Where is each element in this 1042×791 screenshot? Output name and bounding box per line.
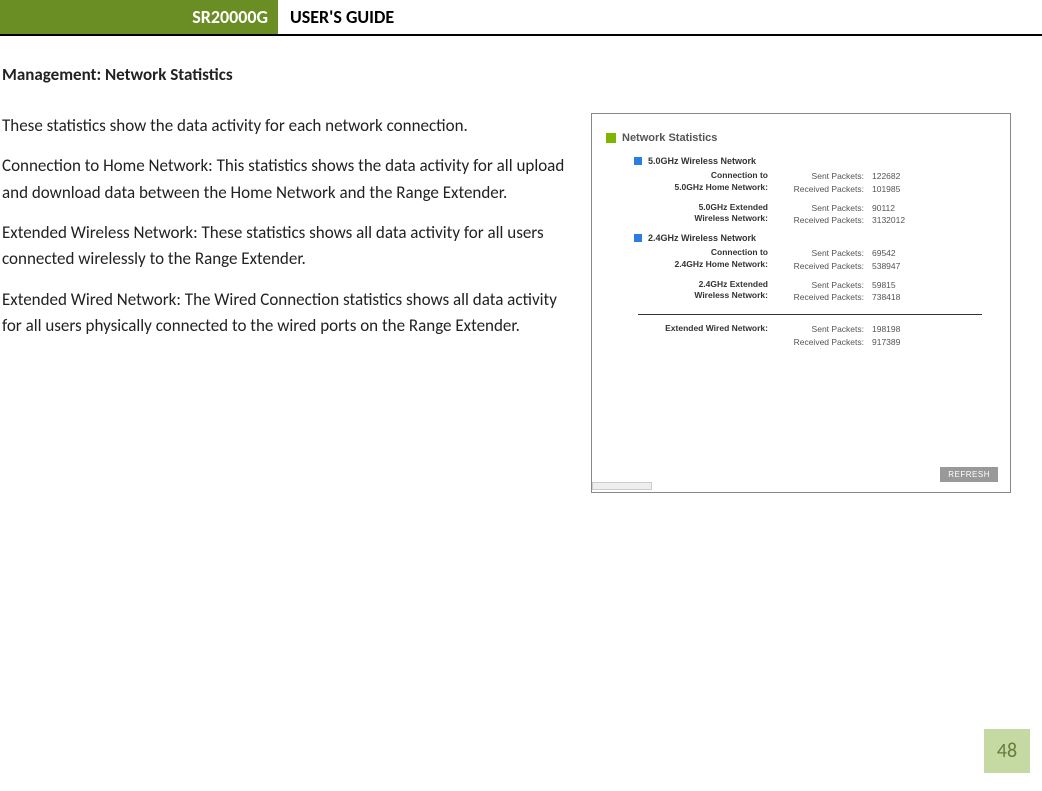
description-column: These statistics show the data activity … <box>0 113 575 493</box>
stat-label-line2: Wireless Network: <box>694 290 768 300</box>
recv-value: 917389 <box>872 336 900 349</box>
page-content: Management: Network Statistics These sta… <box>0 36 1042 493</box>
recv-label: Received Packets: <box>782 291 872 304</box>
sent-value: 69542 <box>872 247 896 260</box>
stat-label: 2.4GHz Extended Wireless Network: <box>642 279 782 305</box>
stat-label-line2: 5.0GHz Home Network: <box>674 182 768 192</box>
stat-values: Sent Packets:90112 Received Packets:3132… <box>782 202 905 228</box>
recv-value: 3132012 <box>872 214 905 227</box>
sent-value: 122682 <box>872 170 900 183</box>
page-header: SR20000G USER'S GUIDE <box>0 0 1042 36</box>
stat-label-line1: Connection to <box>711 247 768 257</box>
section-5ghz: 5.0GHz Wireless Network <box>634 156 996 166</box>
section-5ghz-label: 5.0GHz Wireless Network <box>648 156 756 166</box>
square-icon <box>634 157 642 165</box>
stat-label-line1: 5.0GHz Extended <box>699 202 768 212</box>
recv-label: Received Packets: <box>782 336 872 349</box>
square-icon <box>606 133 616 143</box>
paragraph-extended-wireless: Extended Wireless Network: These statist… <box>2 220 575 273</box>
header-model: SR20000G <box>0 0 278 34</box>
sent-value: 198198 <box>872 323 900 336</box>
square-icon <box>634 234 642 242</box>
stat-24ghz-home: Connection to 2.4GHz Home Network: Sent … <box>642 247 996 273</box>
panel-title: Network Statistics <box>622 132 717 144</box>
sent-label: Sent Packets: <box>782 323 872 336</box>
stat-label: Connection to 5.0GHz Home Network: <box>642 170 782 196</box>
sent-label: Sent Packets: <box>782 170 872 183</box>
scrollbar[interactable] <box>592 482 652 490</box>
paragraph-intro: These statistics show the data activity … <box>2 113 575 139</box>
stat-label: Extended Wired Network: <box>642 323 782 349</box>
stat-values: Sent Packets:198198 Received Packets:917… <box>782 323 900 349</box>
sent-label: Sent Packets: <box>782 202 872 215</box>
section-24ghz: 2.4GHz Wireless Network <box>634 233 996 243</box>
header-guide-title: USER'S GUIDE <box>278 0 394 34</box>
stat-label-line2: Wireless Network: <box>694 213 768 223</box>
sent-label: Sent Packets: <box>782 247 872 260</box>
stat-5ghz-home: Connection to 5.0GHz Home Network: Sent … <box>642 170 996 196</box>
page-number: 48 <box>984 729 1030 773</box>
recv-label: Received Packets: <box>782 183 872 196</box>
stat-values: Sent Packets:59815 Received Packets:7384… <box>782 279 900 305</box>
recv-label: Received Packets: <box>782 260 872 273</box>
stat-label-line1: Connection to <box>711 170 768 180</box>
stat-wired: Extended Wired Network: Sent Packets:198… <box>642 323 996 349</box>
stat-24ghz-extended: 2.4GHz Extended Wireless Network: Sent P… <box>642 279 996 305</box>
stat-label-line2: 2.4GHz Home Network: <box>674 259 768 269</box>
body-area: These statistics show the data activity … <box>0 113 1042 493</box>
divider <box>638 314 982 315</box>
paragraph-home-network: Connection to Home Network: This statist… <box>2 153 575 206</box>
recv-value: 538947 <box>872 260 900 273</box>
sent-label: Sent Packets: <box>782 279 872 292</box>
recv-label: Received Packets: <box>782 214 872 227</box>
paragraph-extended-wired: Extended Wired Network: The Wired Connec… <box>2 287 575 340</box>
section-heading: Management: Network Statistics <box>2 64 1042 85</box>
panel-title-row: Network Statistics <box>606 132 996 144</box>
stat-label: 5.0GHz Extended Wireless Network: <box>642 202 782 228</box>
sent-value: 90112 <box>872 202 895 215</box>
stat-values: Sent Packets:69542 Received Packets:5389… <box>782 247 900 273</box>
refresh-button[interactable]: REFRESH <box>940 467 998 482</box>
sent-value: 59815 <box>872 279 896 292</box>
section-24ghz-label: 2.4GHz Wireless Network <box>648 233 756 243</box>
stat-label-line1: 2.4GHz Extended <box>699 279 768 289</box>
stat-5ghz-extended: 5.0GHz Extended Wireless Network: Sent P… <box>642 202 996 228</box>
stat-values: Sent Packets:122682 Received Packets:101… <box>782 170 900 196</box>
network-statistics-panel: Network Statistics 5.0GHz Wireless Netwo… <box>591 113 1011 493</box>
recv-value: 101985 <box>872 183 900 196</box>
stat-label: Connection to 2.4GHz Home Network: <box>642 247 782 273</box>
recv-value: 738418 <box>872 291 900 304</box>
